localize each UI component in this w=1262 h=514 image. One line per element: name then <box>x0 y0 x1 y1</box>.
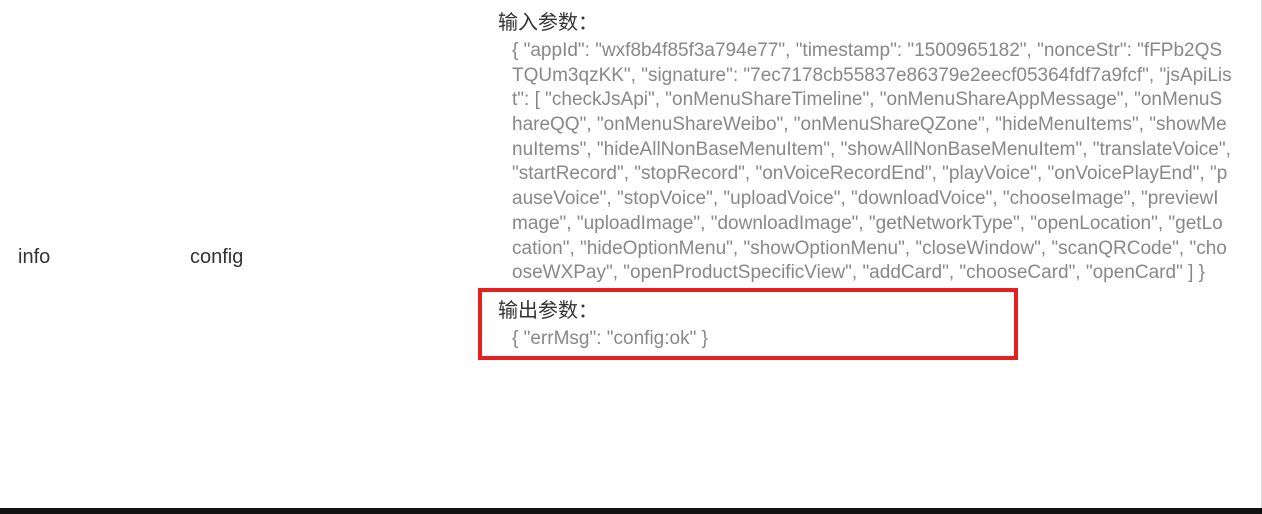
input-heading: 输入参数： <box>498 6 1252 35</box>
output-section: 输出参数： { "errMsg": "config:ok" } <box>498 294 1252 352</box>
output-heading: 输出参数： <box>498 294 1252 323</box>
params-column: 输入参数： { "appId": "wxf8b4f85f3a794e77", "… <box>480 0 1262 514</box>
bottom-bar <box>0 508 1262 514</box>
method-label: config <box>190 246 243 269</box>
input-json: { "appId": "wxf8b4f85f3a794e77", "timest… <box>498 39 1252 286</box>
log-row: info config 输入参数： { "appId": "wxf8b4f85f… <box>0 0 1262 514</box>
method-column: config <box>180 0 480 514</box>
output-json: { "errMsg": "config:ok" } <box>498 327 1252 352</box>
level-column: info <box>0 0 180 514</box>
level-label: info <box>18 246 50 269</box>
